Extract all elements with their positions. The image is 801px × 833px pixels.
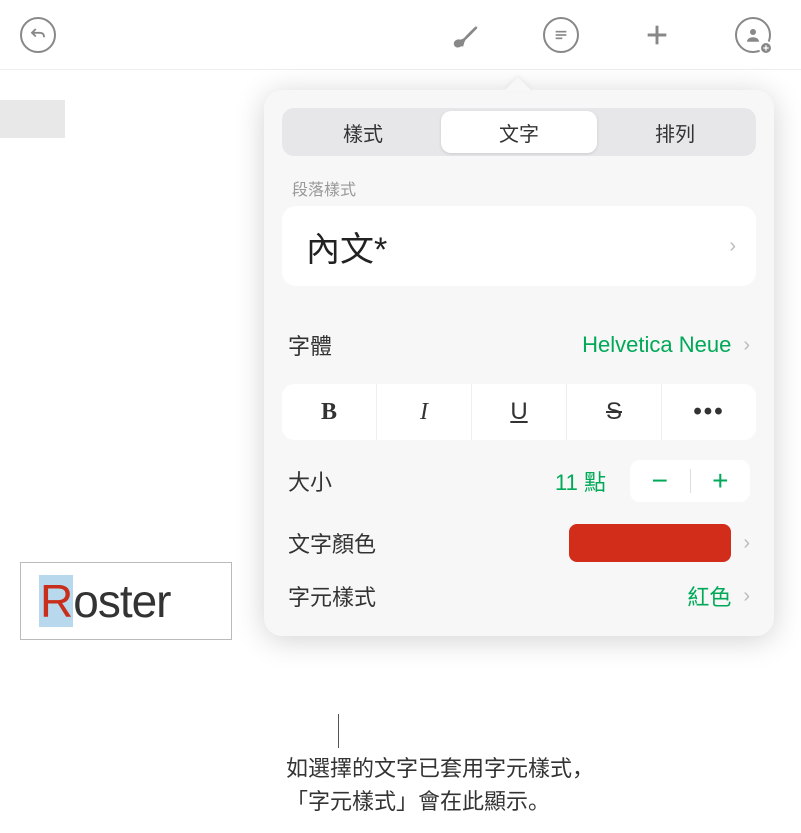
callout-line2: 「字元樣式」會在此顯示。 (286, 789, 550, 814)
chevron-right-icon: › (743, 585, 750, 608)
chevron-right-icon: › (729, 235, 736, 258)
char-style-label: 字元樣式 (288, 580, 376, 612)
tab-arrange[interactable]: 排列 (597, 111, 753, 153)
format-button[interactable] (447, 17, 483, 53)
callout-text: 如選擇的文字已套用字元樣式， 「字元樣式」會在此顯示。 (286, 752, 594, 818)
add-button[interactable] (639, 17, 675, 53)
toolbar-right (56, 17, 781, 53)
person-icon (744, 26, 762, 44)
tab-style[interactable]: 樣式 (285, 111, 441, 153)
popover-arrow (504, 77, 532, 91)
rest-text: oster (73, 575, 170, 627)
list-icon (553, 27, 569, 43)
paragraph-style-selector[interactable]: 內文* › (282, 206, 756, 286)
text-box[interactable]: Roster (20, 562, 232, 640)
text-color-label: 文字顏色 (288, 527, 376, 559)
color-swatch[interactable] (569, 524, 731, 562)
tab-selector: 樣式 文字 排列 (282, 108, 756, 156)
selected-letter: R (39, 575, 73, 627)
brush-icon (450, 20, 480, 50)
size-increase-button[interactable]: + (691, 465, 751, 497)
text-style-buttons: B I U S ••• (282, 384, 756, 440)
size-row: 大小 11 點 − + (264, 450, 774, 512)
sample-text: Roster (39, 574, 171, 628)
callout-line (338, 714, 339, 748)
view-button[interactable] (543, 17, 579, 53)
top-toolbar (0, 0, 801, 70)
back-button[interactable] (20, 17, 56, 53)
collaborate-button[interactable] (735, 17, 771, 53)
plus-icon (643, 21, 671, 49)
size-label: 大小 (288, 465, 332, 497)
toolbar-left (20, 17, 56, 53)
font-row[interactable]: 字體 Helvetica Neue › (264, 314, 774, 376)
char-style-value: 紅色 (687, 580, 731, 612)
page-edge (0, 100, 65, 138)
chevron-right-icon: › (743, 334, 750, 357)
undo-icon (29, 26, 47, 44)
font-value: Helvetica Neue (582, 332, 731, 358)
paragraph-style-value: 內文* (306, 222, 387, 271)
size-stepper: − + (630, 460, 750, 502)
chevron-right-icon: › (743, 532, 750, 555)
format-popover: 樣式 文字 排列 段落樣式 內文* › 字體 Helvetica Neue › … (264, 90, 774, 636)
size-decrease-button[interactable]: − (630, 465, 690, 497)
strike-button[interactable]: S (567, 384, 662, 440)
character-style-row[interactable]: 字元樣式 紅色 › (264, 574, 774, 636)
italic-button[interactable]: I (377, 384, 472, 440)
paragraph-section-label: 段落樣式 (292, 176, 746, 200)
bold-button[interactable]: B (282, 384, 377, 440)
text-color-row[interactable]: 文字顏色 › (264, 512, 774, 574)
underline-button[interactable]: U (472, 384, 567, 440)
callout-line1: 如選擇的文字已套用字元樣式， (286, 756, 594, 781)
font-label: 字體 (288, 329, 332, 361)
more-styles-button[interactable]: ••• (662, 384, 756, 440)
size-value: 11 點 (555, 465, 606, 497)
tab-text[interactable]: 文字 (441, 111, 597, 153)
